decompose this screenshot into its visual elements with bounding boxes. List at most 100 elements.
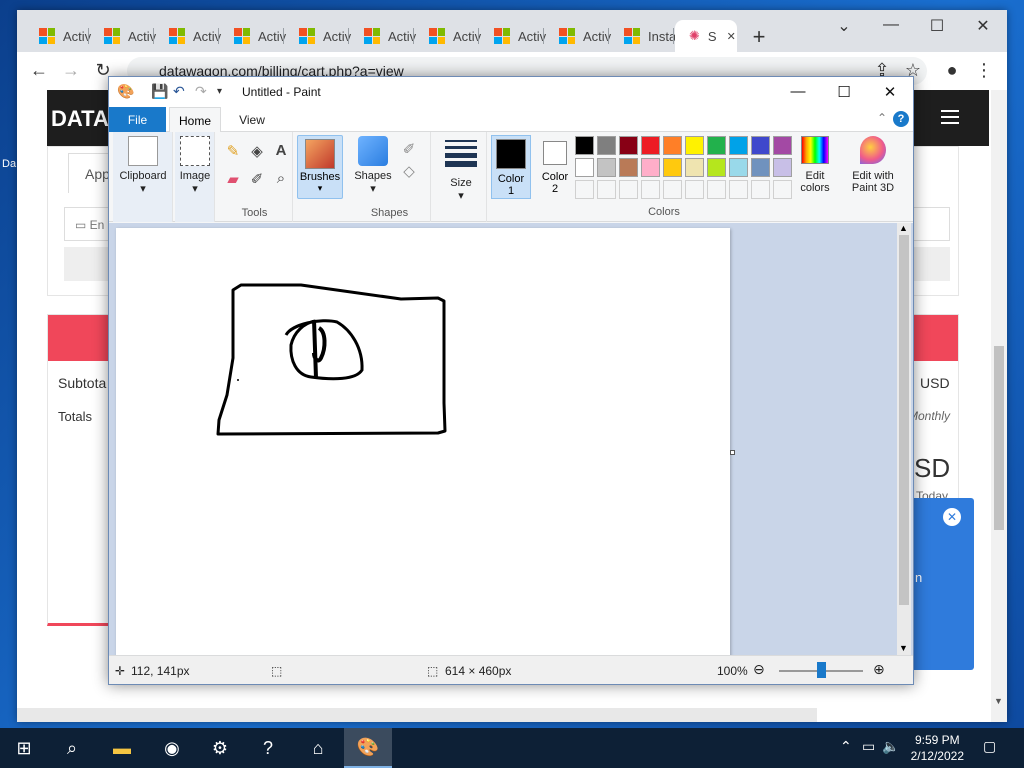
color-swatch[interactable] (751, 136, 770, 155)
close-icon[interactable]: ✕ (943, 508, 961, 526)
help-chat-icon[interactable]: ? (244, 728, 292, 768)
color-swatch[interactable] (729, 136, 748, 155)
canvas-scrollbar[interactable]: ▲ ▼ (897, 223, 911, 655)
paint-close-button[interactable]: ✕ (867, 83, 913, 101)
color-swatch[interactable] (685, 158, 704, 177)
tab-search-icon[interactable]: ⌄ (821, 16, 867, 36)
size-button[interactable]: Size ▾ (441, 136, 481, 202)
browser-tab[interactable]: Activ (155, 20, 221, 52)
color-swatch[interactable] (751, 180, 770, 199)
maximize-button[interactable]: ☐ (914, 16, 960, 36)
redo-icon[interactable]: ↷ (195, 83, 207, 100)
close-button[interactable]: ✕ (960, 16, 1006, 36)
browser-tab[interactable]: ✺ S ✕ (675, 20, 737, 52)
new-tab-button[interactable]: + (746, 24, 772, 50)
shape-fill-icon[interactable]: ◇ (399, 162, 419, 180)
customize-qat-icon[interactable]: ▾ (217, 86, 222, 97)
menu-icon[interactable]: ⋮ (972, 60, 996, 81)
color-swatch[interactable] (575, 180, 594, 199)
color-swatch[interactable] (619, 180, 638, 199)
tab-file[interactable]: File (109, 107, 166, 132)
minimize-button[interactable]: — (868, 16, 914, 34)
color-swatch[interactable] (685, 180, 704, 199)
hamburger-icon[interactable] (941, 110, 959, 124)
tab-home[interactable]: Home (169, 107, 221, 133)
tab-close-icon[interactable]: ✕ (727, 30, 736, 43)
volume-icon[interactable]: 🔈 (882, 738, 899, 755)
color-swatch[interactable] (663, 158, 682, 177)
color-swatch[interactable] (773, 136, 792, 155)
text-icon[interactable]: A (271, 142, 291, 159)
file-explorer-icon[interactable]: ▬ (98, 728, 146, 768)
color-swatch[interactable] (773, 158, 792, 177)
browser-tab[interactable]: Activ (25, 20, 91, 52)
resize-handle[interactable] (730, 450, 735, 455)
color-swatch[interactable] (597, 136, 616, 155)
zoom-slider-knob[interactable] (817, 662, 826, 678)
shapes-button[interactable]: Shapes ▾ (351, 136, 395, 195)
edit-with-paint3d-button[interactable]: Edit with Paint 3D (845, 136, 901, 194)
color-swatch[interactable] (685, 136, 704, 155)
color-swatch[interactable] (773, 180, 792, 199)
start-icon[interactable]: ⊞ (0, 728, 48, 768)
clipboard-button[interactable]: Clipboard ▾ (117, 136, 169, 195)
drawing-canvas[interactable] (116, 228, 730, 658)
color2-button[interactable]: Color 2 (535, 135, 575, 199)
collapse-ribbon-icon[interactable]: ⌃ (877, 111, 887, 125)
color-swatch[interactable] (641, 136, 660, 155)
paint-taskbar-icon[interactable]: 🎨 (344, 728, 392, 768)
color-swatch[interactable] (707, 158, 726, 177)
fill-icon[interactable]: ◈ (247, 142, 267, 160)
help-icon[interactable]: ? (893, 111, 909, 127)
undo-icon[interactable]: ↶ (173, 83, 185, 100)
chrome-icon[interactable]: ◉ (148, 728, 196, 768)
color-swatch[interactable] (641, 158, 660, 177)
color-swatch[interactable] (619, 158, 638, 177)
color-swatch[interactable] (663, 180, 682, 199)
brushes-button[interactable]: Brushes ▾ (297, 135, 343, 199)
zoom-out-icon[interactable]: ⊖ (753, 661, 765, 678)
forward-icon[interactable]: → (59, 60, 83, 81)
side-field[interactable] (910, 207, 950, 241)
color-swatch[interactable] (729, 180, 748, 199)
color-swatch[interactable] (707, 180, 726, 199)
site-logo[interactable]: DATA (51, 106, 109, 131)
magnifier-icon[interactable]: ⌕ (271, 170, 291, 187)
clock[interactable]: 9:59 PM 2/12/2022 (911, 732, 964, 764)
search-icon[interactable]: ⌕ (48, 728, 96, 768)
image-button[interactable]: Image ▾ (177, 136, 213, 195)
color-swatch[interactable] (751, 158, 770, 177)
color-swatch[interactable] (641, 180, 660, 199)
outline-icon[interactable]: ✐ (399, 140, 419, 158)
store-icon[interactable]: ⌂ (294, 728, 342, 768)
color-swatch[interactable] (575, 136, 594, 155)
scroll-up-icon[interactable]: ▲ (899, 223, 908, 233)
paint-maximize-button[interactable]: ☐ (821, 83, 867, 101)
browser-tab[interactable]: Activ (220, 20, 286, 52)
color-swatch[interactable] (597, 180, 616, 199)
browser-tab[interactable]: Insta (610, 20, 676, 52)
tab-view[interactable]: View (233, 107, 271, 132)
color-swatch[interactable] (597, 158, 616, 177)
color-swatch[interactable] (729, 158, 748, 177)
scroll-down-icon[interactable]: ▼ (994, 696, 1003, 706)
eraser-icon[interactable]: ▰ (223, 170, 243, 188)
color-swatch[interactable] (575, 158, 594, 177)
profile-icon[interactable]: ● (940, 60, 964, 81)
browser-tab[interactable]: Activ (415, 20, 481, 52)
pencil-icon[interactable]: ✎ (223, 142, 243, 160)
color1-button[interactable]: Color 1 (491, 135, 531, 199)
settings-gear-icon[interactable]: ⚙ (196, 728, 244, 768)
paint-minimize-button[interactable]: — (775, 83, 821, 100)
color-swatch[interactable] (663, 136, 682, 155)
color-swatch[interactable] (619, 136, 638, 155)
zoom-in-icon[interactable]: ⊕ (873, 661, 885, 678)
browser-tab[interactable]: Activ (285, 20, 351, 52)
browser-tab[interactable]: Activ (480, 20, 546, 52)
back-icon[interactable]: ← (27, 60, 51, 81)
color-swatch[interactable] (707, 136, 726, 155)
edit-colors-button[interactable]: Edit colors (797, 136, 833, 194)
save-icon[interactable]: 💾 (151, 83, 168, 100)
network-icon[interactable]: ▭ (862, 738, 875, 755)
page-scrollbar[interactable]: ▼ (991, 90, 1007, 722)
